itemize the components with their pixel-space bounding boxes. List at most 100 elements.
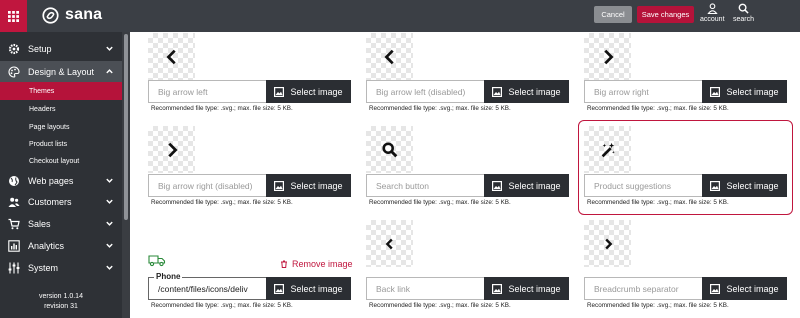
image-field-big-arrow-left: Big arrow left Select image xyxy=(148,80,351,103)
image-field-big-arrow-right: Big arrow right Select image xyxy=(584,80,787,103)
image-preview xyxy=(366,126,413,173)
select-image-button[interactable]: Select image xyxy=(484,277,569,300)
sidebar-item-design-layout[interactable]: Design & Layout xyxy=(0,61,122,83)
chevron-down-icon xyxy=(106,199,113,204)
sidebar-subitem-product-lists[interactable]: Product lists xyxy=(0,135,122,153)
sidebar-subitem-page-layouts[interactable]: Page layouts xyxy=(0,118,122,136)
magic-wand-icon xyxy=(601,142,615,157)
image-icon xyxy=(492,283,503,294)
image-preview xyxy=(366,33,413,80)
file-hint: Recommended file type: .svg.; max. file … xyxy=(587,302,729,309)
image-preview xyxy=(584,220,631,267)
sidebar-item-customers[interactable]: Customers xyxy=(0,191,122,213)
image-preview xyxy=(584,33,631,80)
account-label: account xyxy=(700,16,725,23)
file-hint: Recommended file type: .svg.; max. file … xyxy=(587,105,729,112)
image-field-big-arrow-right-disabled: Big arrow right (disabled) Select image xyxy=(148,174,351,197)
chevron-down-icon xyxy=(106,46,113,51)
sidebar-item-label: Customers xyxy=(28,197,72,207)
search-icon xyxy=(738,3,749,14)
chart-icon xyxy=(7,240,20,253)
cart-icon xyxy=(7,218,20,231)
image-path-input[interactable]: Search button xyxy=(366,174,484,197)
image-path-input[interactable]: Back link xyxy=(366,277,484,300)
sidebar-item-label: Design & Layout xyxy=(28,67,95,77)
sidebar-subitem-checkout-layout[interactable]: Checkout layout xyxy=(0,152,122,170)
image-icon xyxy=(710,283,721,294)
image-path-input[interactable]: Big arrow right xyxy=(584,80,702,103)
sidebar-item-label: Setup xyxy=(28,44,52,54)
chevron-right-icon xyxy=(604,238,612,249)
image-field-back-link: Back link Select image xyxy=(366,277,569,300)
select-image-button[interactable]: Select image xyxy=(702,277,787,300)
sidebar-item-setup[interactable]: Setup xyxy=(0,38,122,60)
image-icon xyxy=(274,180,285,191)
select-image-label: Select image xyxy=(508,283,561,294)
select-image-button[interactable]: Select image xyxy=(702,174,787,197)
file-hint: Recommended file type: .svg.; max. file … xyxy=(369,199,511,206)
version-info: version 1.0.14 revision 31 xyxy=(0,292,122,312)
image-preview xyxy=(148,126,195,173)
sidebar-scroll-thumb[interactable] xyxy=(124,34,128,220)
select-image-label: Select image xyxy=(508,86,561,97)
remove-image-link[interactable]: Remove image xyxy=(280,259,353,269)
chevron-left-icon xyxy=(383,49,394,64)
chevron-down-icon xyxy=(106,178,113,183)
image-path-input[interactable]: Breadcrumb separator xyxy=(584,277,702,300)
sliders-icon xyxy=(7,262,20,275)
select-image-button[interactable]: Select image xyxy=(702,80,787,103)
image-icon xyxy=(492,86,503,97)
image-preview xyxy=(366,220,413,267)
image-path-input[interactable]: Big arrow right (disabled) xyxy=(148,174,266,197)
apps-menu-button[interactable] xyxy=(0,0,27,32)
grid-icon xyxy=(8,10,19,22)
select-image-button[interactable]: Select image xyxy=(266,80,351,103)
search-label: search xyxy=(733,16,755,23)
file-hint: Recommended file type: .svg.; max. file … xyxy=(369,105,511,112)
select-image-label: Select image xyxy=(290,180,343,191)
image-field-big-arrow-left-disabled: Big arrow left (disabled) Select image xyxy=(366,80,569,103)
chevron-left-icon xyxy=(165,49,176,64)
sidebar-subitem-headers[interactable]: Headers xyxy=(0,100,122,118)
gear-icon xyxy=(7,43,20,56)
select-image-button[interactable]: Select image xyxy=(484,80,569,103)
palette-icon xyxy=(7,66,20,79)
image-icon xyxy=(274,283,285,294)
remove-image-label: Remove image xyxy=(292,259,353,269)
search-button[interactable]: search xyxy=(733,3,754,23)
image-icon xyxy=(274,86,285,97)
select-image-button[interactable]: Select image xyxy=(266,277,351,300)
select-image-button[interactable]: Select image xyxy=(266,174,351,197)
user-icon xyxy=(707,3,718,14)
version-number: version 1.0.14 xyxy=(39,293,83,300)
delivery-truck-icon xyxy=(148,255,166,267)
select-image-label: Select image xyxy=(290,283,343,294)
globe-icon xyxy=(7,175,20,188)
chevron-down-icon xyxy=(106,221,113,226)
sidebar-item-label: Web pages xyxy=(28,176,74,186)
file-hint: Recommended file type: .svg.; max. file … xyxy=(151,302,293,309)
save-changes-button[interactable]: Save changes xyxy=(637,6,694,23)
chevron-left-icon xyxy=(385,238,393,249)
sidebar-item-sales[interactable]: Sales xyxy=(0,213,122,235)
image-icon xyxy=(492,180,503,191)
account-button[interactable]: account xyxy=(700,3,725,23)
image-path-input[interactable]: Product suggestions xyxy=(584,174,702,197)
sidebar-item-system[interactable]: System xyxy=(0,257,122,279)
image-path-input[interactable]: Big arrow left (disabled) xyxy=(366,80,484,103)
sidebar-item-web-pages[interactable]: Web pages xyxy=(0,170,122,192)
cancel-button[interactable]: Cancel xyxy=(594,6,632,23)
select-image-button[interactable]: Select image xyxy=(484,174,569,197)
file-hint: Recommended file type: .svg.; max. file … xyxy=(369,302,511,309)
select-image-label: Select image xyxy=(726,86,779,97)
sidebar: Setup Design & Layout Themes Headers Pag… xyxy=(0,32,130,318)
sana-logo[interactable]: sana xyxy=(42,6,102,24)
image-path-input[interactable]: Big arrow left xyxy=(148,80,266,103)
file-hint: Recommended file type: .svg.; max. file … xyxy=(151,199,293,206)
image-icon xyxy=(710,86,721,97)
magnifier-icon xyxy=(381,141,397,157)
file-hint: Recommended file type: .svg.; max. file … xyxy=(151,105,293,112)
file-hint: Recommended file type: .svg.; max. file … xyxy=(587,199,729,206)
sidebar-subitem-themes[interactable]: Themes xyxy=(0,82,122,100)
sidebar-item-analytics[interactable]: Analytics xyxy=(0,235,122,257)
